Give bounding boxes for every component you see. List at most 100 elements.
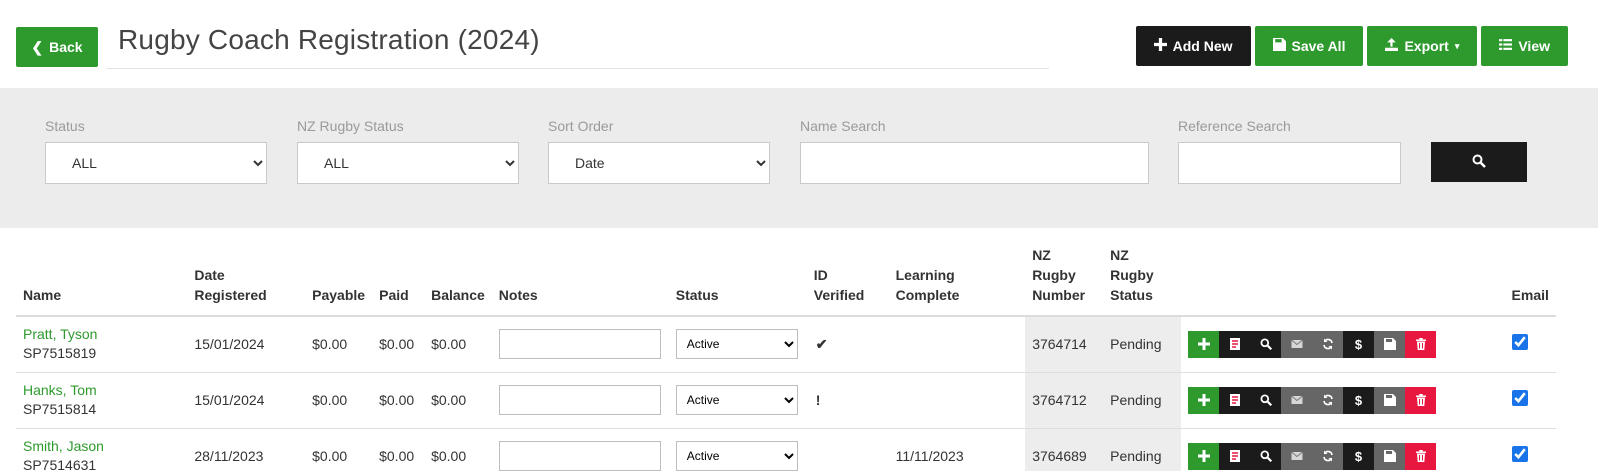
col-notes: Notes bbox=[491, 245, 669, 317]
save-action-button[interactable] bbox=[1374, 442, 1406, 470]
save-action-button[interactable] bbox=[1374, 330, 1406, 358]
search-action-button[interactable] bbox=[1250, 386, 1282, 414]
dollar-action-button[interactable]: $ bbox=[1343, 330, 1375, 358]
col-learning-complete[interactable]: Learning Complete bbox=[888, 245, 1026, 317]
name-cell: Hanks, Tom SP7515814 bbox=[16, 372, 188, 429]
nz-rugby-status-filter: NZ Rugby Status ALL bbox=[297, 118, 519, 184]
name-cell: Smith, Jason SP7514631 bbox=[16, 428, 188, 471]
col-email: Email bbox=[1504, 245, 1556, 317]
save-action-button[interactable] bbox=[1374, 386, 1406, 414]
email-checkbox[interactable] bbox=[1511, 445, 1528, 462]
name-search-input[interactable] bbox=[800, 142, 1149, 184]
dollar-action-button[interactable]: $ bbox=[1343, 442, 1375, 470]
trash-action-button[interactable] bbox=[1405, 442, 1437, 470]
col-balance[interactable]: Balance bbox=[424, 245, 492, 317]
plus-action-button[interactable] bbox=[1188, 386, 1220, 414]
pdf-action-button[interactable] bbox=[1219, 442, 1251, 470]
status-filter-label: Status bbox=[45, 118, 85, 134]
notes-input[interactable] bbox=[498, 441, 661, 471]
date-registered-cell: 15/01/2024 bbox=[187, 372, 306, 429]
table-row: Hanks, Tom SP7515814 15/01/2024 $0.00 $0… bbox=[16, 372, 1556, 429]
learning-complete-cell bbox=[888, 316, 1026, 373]
col-payable[interactable]: Payable bbox=[305, 245, 373, 317]
notes-input[interactable] bbox=[498, 385, 661, 415]
trash-action-button[interactable] bbox=[1405, 330, 1437, 358]
view-label: View bbox=[1518, 38, 1550, 54]
title-divider bbox=[106, 68, 1049, 69]
payable-cell: $0.00 bbox=[305, 316, 373, 373]
status-select[interactable]: Active bbox=[675, 329, 798, 360]
status-select[interactable]: Active bbox=[675, 385, 798, 415]
envelope-action-button[interactable] bbox=[1281, 330, 1313, 358]
col-nz-rugby-status[interactable]: NZ Rugby Status bbox=[1103, 245, 1182, 317]
col-nz-rugby-number[interactable]: NZ Rugby Number bbox=[1025, 245, 1104, 317]
col-date-registered[interactable]: Date Registered bbox=[187, 245, 306, 317]
save-all-button[interactable]: Save All bbox=[1254, 26, 1364, 66]
envelope-icon bbox=[1290, 338, 1303, 350]
dollar-icon: $ bbox=[1354, 448, 1363, 464]
search-icon bbox=[1260, 450, 1272, 462]
trash-icon bbox=[1415, 394, 1427, 406]
row-actions-cell: $ bbox=[1181, 316, 1505, 373]
payable-cell: $0.00 bbox=[305, 428, 373, 471]
status-select[interactable]: Active bbox=[675, 441, 798, 471]
add-new-button[interactable]: Add New bbox=[1135, 26, 1251, 66]
coach-name-link[interactable]: Pratt, Tyson bbox=[23, 325, 180, 344]
export-button[interactable]: Export ▾ bbox=[1367, 26, 1478, 66]
col-paid[interactable]: Paid bbox=[372, 245, 425, 317]
learning-complete-cell: 11/11/2023 bbox=[888, 428, 1026, 471]
reference-search-input[interactable] bbox=[1178, 142, 1401, 184]
status-cell: Active bbox=[668, 372, 807, 429]
reference-number: SP7514631 bbox=[23, 457, 97, 471]
envelope-action-button[interactable] bbox=[1281, 386, 1313, 414]
view-button[interactable]: View bbox=[1481, 26, 1568, 66]
email-cell bbox=[1504, 428, 1556, 471]
paid-cell: $0.00 bbox=[372, 316, 425, 373]
email-checkbox[interactable] bbox=[1511, 389, 1528, 406]
plus-icon bbox=[1197, 450, 1210, 462]
paid-cell: $0.00 bbox=[372, 428, 425, 471]
name-cell: Pratt, Tyson SP7515819 bbox=[16, 316, 188, 373]
envelope-icon bbox=[1290, 450, 1303, 462]
col-actions bbox=[1181, 245, 1505, 317]
notes-input[interactable] bbox=[498, 329, 661, 360]
refresh-action-button[interactable] bbox=[1312, 330, 1344, 358]
table-row: Smith, Jason SP7514631 28/11/2023 $0.00 … bbox=[16, 428, 1556, 471]
refresh-action-button[interactable] bbox=[1312, 442, 1344, 470]
search-icon bbox=[1260, 394, 1272, 406]
col-id-verified[interactable]: ID Verified bbox=[806, 245, 889, 317]
coach-name-link[interactable]: Smith, Jason bbox=[23, 437, 180, 456]
refresh-action-button[interactable] bbox=[1312, 386, 1344, 414]
dollar-action-button[interactable]: $ bbox=[1343, 386, 1375, 414]
search-button[interactable] bbox=[1431, 142, 1527, 182]
nz-rugby-number-cell: 3764714 bbox=[1025, 316, 1104, 373]
save-all-label: Save All bbox=[1291, 38, 1346, 54]
trash-action-button[interactable] bbox=[1405, 386, 1437, 414]
email-checkbox[interactable] bbox=[1511, 333, 1528, 350]
search-action-button[interactable] bbox=[1250, 442, 1282, 470]
search-action-button[interactable] bbox=[1250, 330, 1282, 358]
envelope-action-button[interactable] bbox=[1281, 442, 1313, 470]
save-icon bbox=[1383, 338, 1396, 351]
col-status[interactable]: Status bbox=[668, 245, 807, 317]
coach-name-link[interactable]: Hanks, Tom bbox=[23, 381, 180, 400]
balance-cell: $0.00 bbox=[424, 428, 492, 471]
pdf-icon bbox=[1229, 450, 1241, 462]
dollar-icon: $ bbox=[1354, 336, 1363, 352]
top-actions: Add New Save All Export ▾ View bbox=[1135, 26, 1568, 66]
col-name[interactable]: Name bbox=[16, 245, 188, 317]
save-icon bbox=[1383, 394, 1396, 406]
refresh-icon bbox=[1322, 338, 1334, 350]
envelope-icon bbox=[1290, 394, 1303, 406]
plus-action-button[interactable] bbox=[1188, 330, 1220, 358]
plus-action-button[interactable] bbox=[1188, 442, 1220, 470]
status-select[interactable]: ALL bbox=[45, 142, 267, 184]
pdf-icon bbox=[1229, 338, 1241, 351]
nz-rugby-status-select[interactable]: ALL bbox=[297, 142, 519, 184]
pdf-action-button[interactable] bbox=[1219, 386, 1251, 414]
save-icon bbox=[1383, 450, 1396, 462]
nz-rugby-status-cell: Pending bbox=[1103, 316, 1182, 373]
sort-order-select[interactable]: Date bbox=[548, 142, 770, 184]
back-button[interactable]: ❮ Back bbox=[16, 27, 98, 67]
pdf-action-button[interactable] bbox=[1219, 330, 1251, 358]
